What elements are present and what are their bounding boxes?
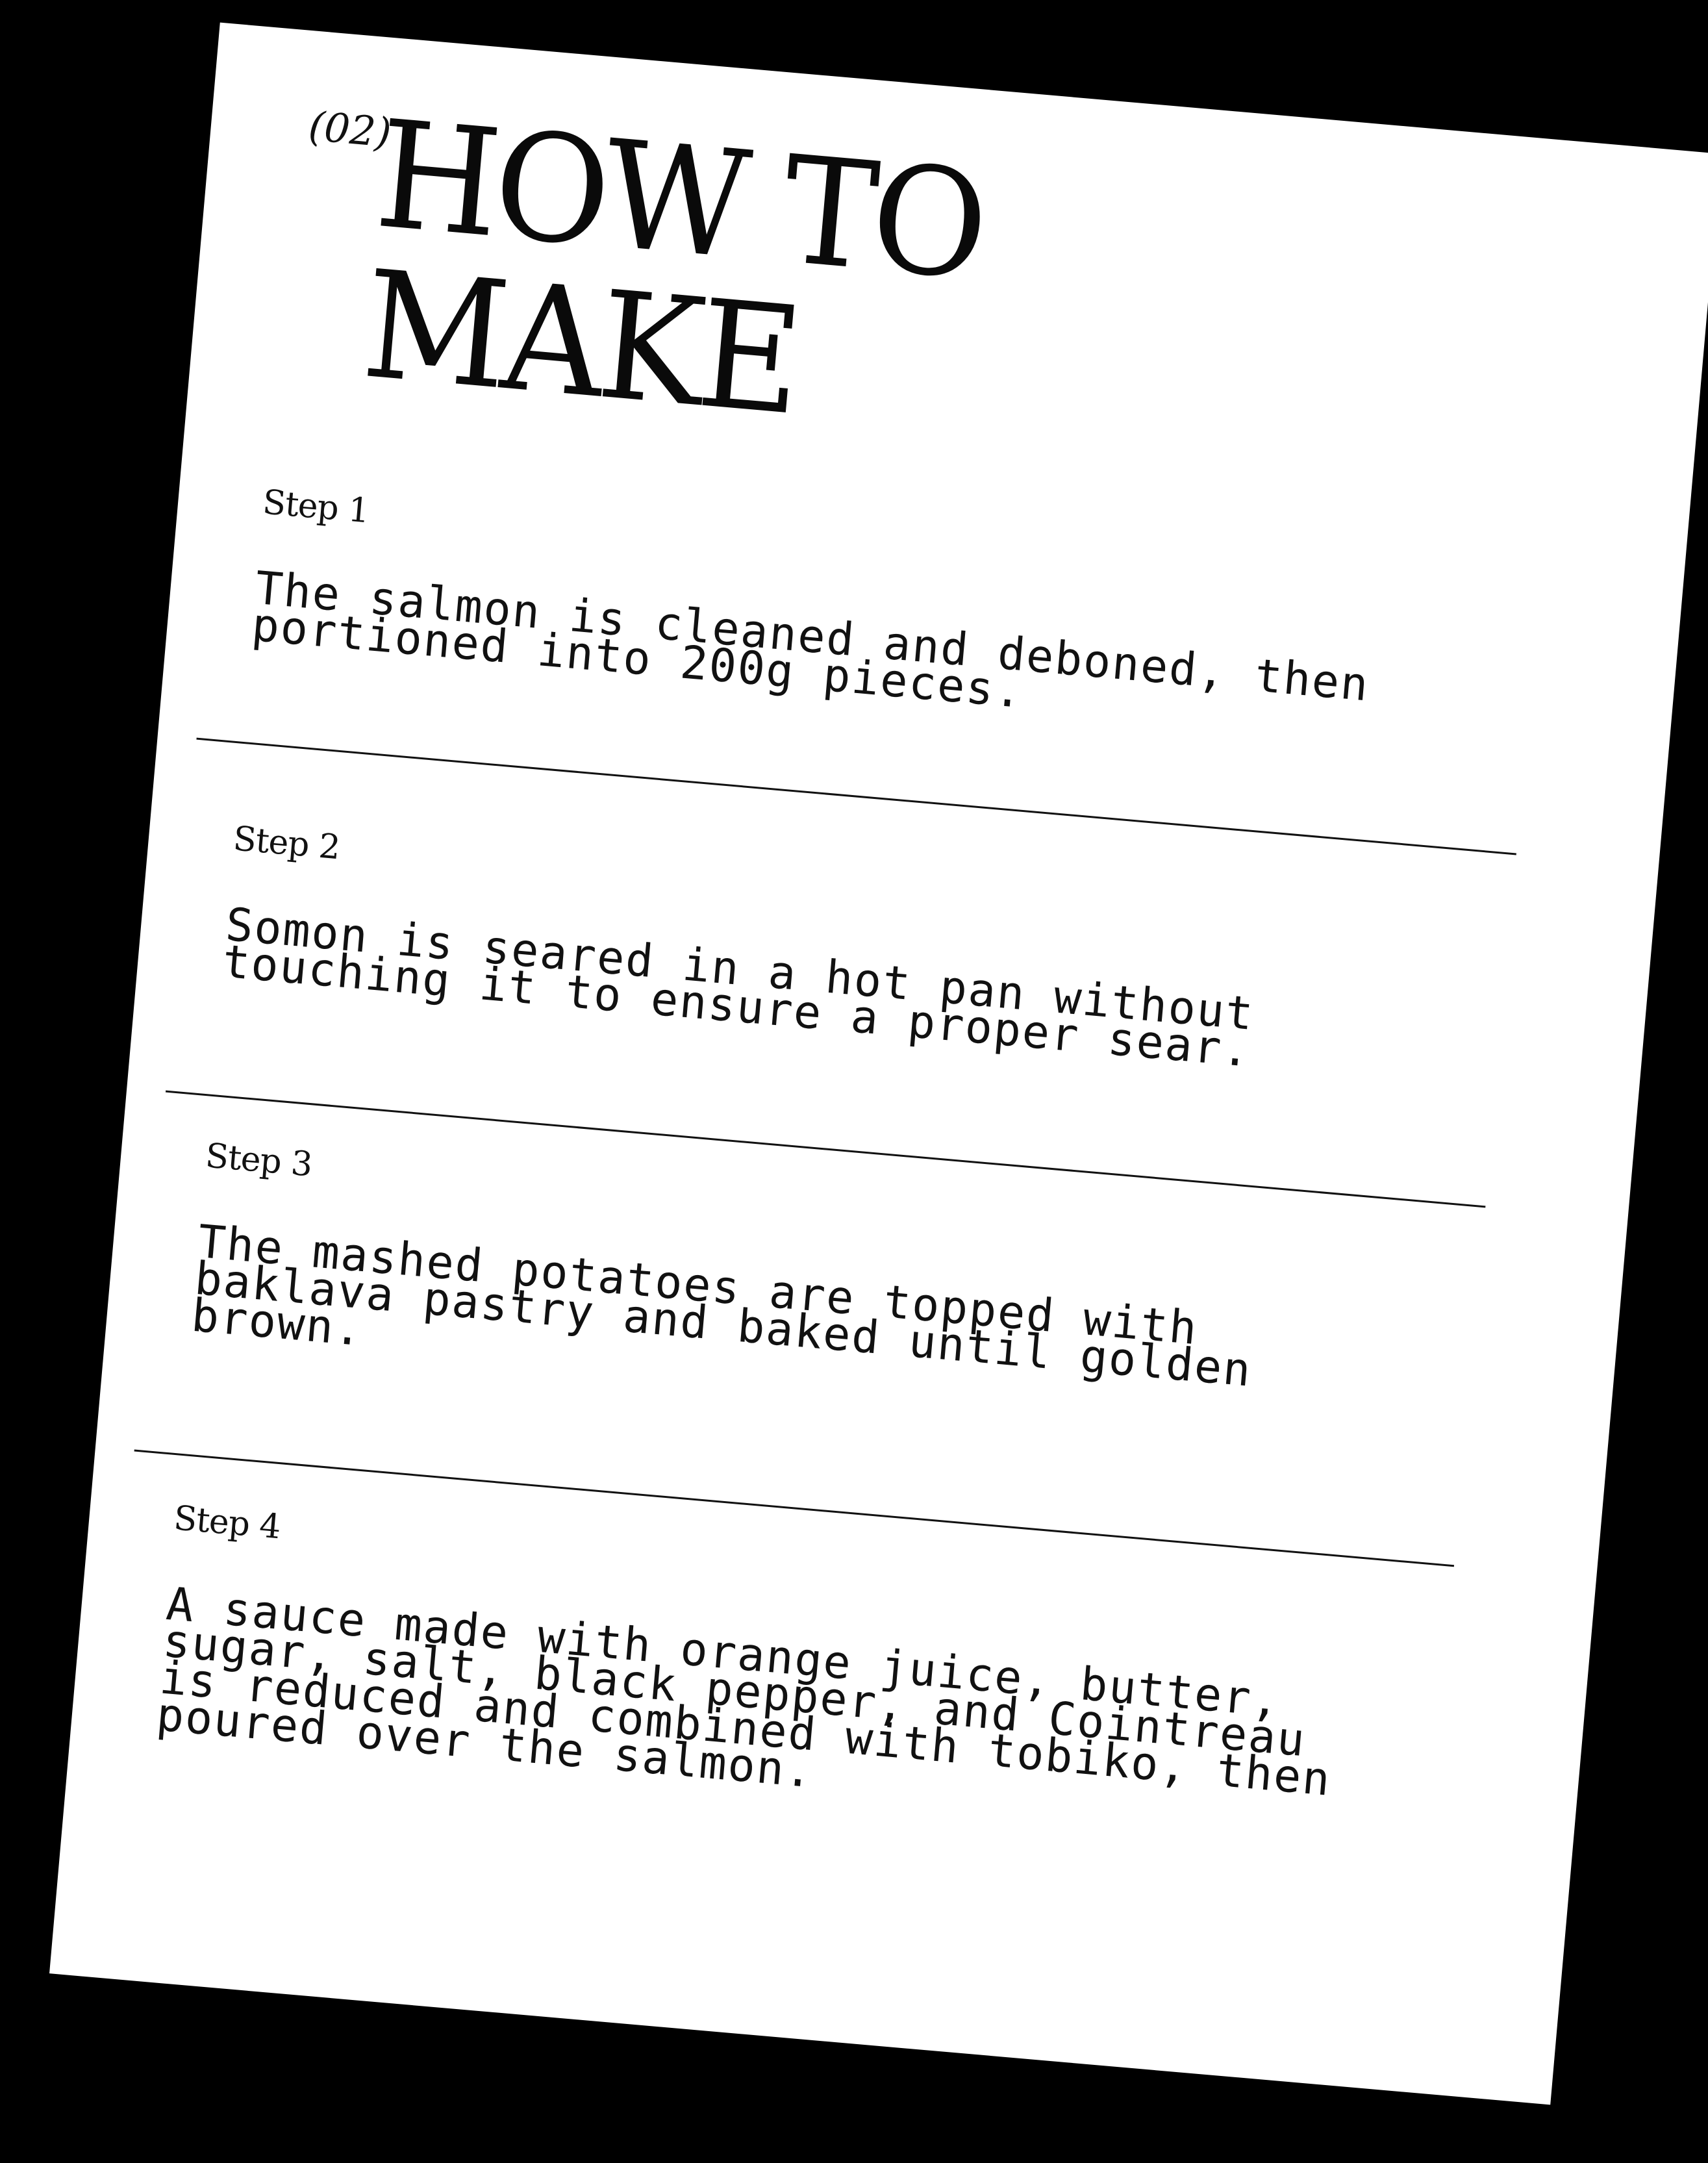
photo-background: (02) HOW TO MAKE Step 1 The salmon is cl… bbox=[0, 0, 1708, 2163]
page-title: HOW TO MAKE bbox=[357, 88, 990, 452]
step-3: Step 3 The mashed potatoes are topped wi… bbox=[190, 1136, 1527, 1449]
step-2: Step 2 Somon is seared in a hot pan with… bbox=[220, 819, 1555, 1095]
step-1: Step 1 The salmon is cleaned and deboned… bbox=[250, 483, 1585, 759]
recipe-page: (02) HOW TO MAKE Step 1 The salmon is cl… bbox=[49, 22, 1708, 2105]
